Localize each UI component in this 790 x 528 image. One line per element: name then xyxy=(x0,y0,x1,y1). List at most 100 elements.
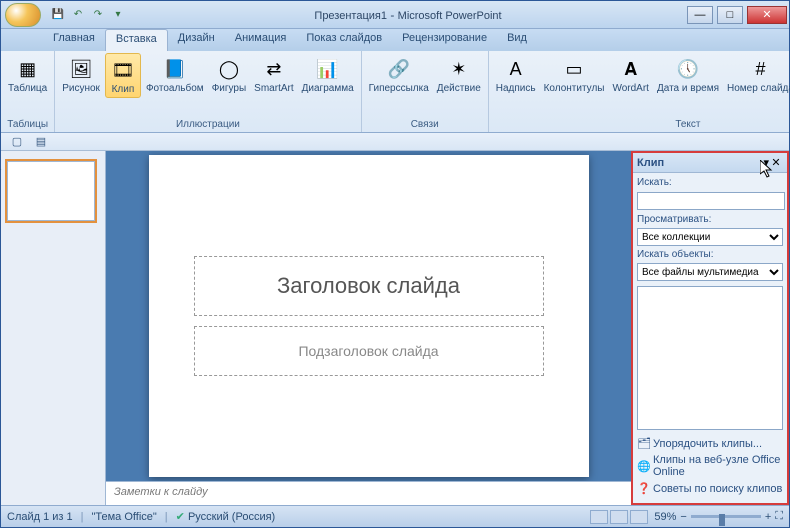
clip-button[interactable]: 🎞Клип xyxy=(105,53,141,98)
textbox-button[interactable]: AНадпись xyxy=(493,53,539,96)
action-button[interactable]: ✶Действие xyxy=(434,53,484,96)
textbox-label: Надпись xyxy=(496,83,536,94)
title-placeholder[interactable]: Заголовок слайда xyxy=(194,256,544,316)
save-icon[interactable]: 💾 xyxy=(49,6,67,24)
slide-thumbnail-1[interactable]: 1 xyxy=(7,161,95,221)
status-language[interactable]: ✔ Русский (Россия) xyxy=(176,510,276,523)
hyperlink-icon: 🔗 xyxy=(385,55,413,83)
results-area[interactable] xyxy=(637,286,783,430)
tp-link-0[interactable]: 🗂Упорядочить клипы... xyxy=(637,435,783,452)
table-icon: ▦ xyxy=(14,55,42,83)
headerfooter-icon: ▭ xyxy=(560,55,588,83)
action-icon: ✶ xyxy=(445,55,473,83)
chart-button[interactable]: 📊Диаграмма xyxy=(299,53,357,96)
notes-pane[interactable]: Заметки к слайду xyxy=(106,481,631,505)
datetime-icon: 🕔 xyxy=(674,55,702,83)
search-label: Искать: xyxy=(637,177,783,188)
link-icon: 🌐 xyxy=(637,460,649,473)
browse-select[interactable]: Все коллекции xyxy=(637,228,783,246)
album-icon: 📘 xyxy=(161,55,189,83)
zoom-value[interactable]: 59% xyxy=(654,511,676,523)
link-text: Советы по поиску клипов xyxy=(653,483,782,495)
subtitle-placeholder[interactable]: Подзаголовок слайда xyxy=(194,326,544,376)
task-pane-title: Клип xyxy=(637,157,763,169)
minimize-button[interactable]: — xyxy=(687,6,713,24)
slidenum-button[interactable]: #Номер слайда xyxy=(724,53,790,96)
tab-Анимация[interactable]: Анимация xyxy=(225,29,297,51)
view-slideshow-icon[interactable] xyxy=(630,510,648,524)
group-label: Связи xyxy=(366,118,484,132)
slide-thumbnail-pane: 1 xyxy=(1,151,106,505)
objects-label: Искать объекты: xyxy=(637,249,783,260)
slidenum-icon: # xyxy=(746,55,774,83)
slide[interactable]: Заголовок слайда Подзаголовок слайда xyxy=(149,155,589,477)
zoom-in-icon[interactable]: + xyxy=(765,511,771,523)
link-icon: ❓ xyxy=(637,482,649,495)
ribbon-tabs: ГлавнаяВставкаДизайнАнимацияПоказ слайдо… xyxy=(1,29,789,51)
window-title: Презентация1 - Microsoft PowerPoint xyxy=(131,8,685,22)
slides-tab-icon[interactable]: ▤ xyxy=(31,134,51,150)
table-button[interactable]: ▦Таблица xyxy=(5,53,50,96)
smartart-label: SmartArt xyxy=(254,83,293,94)
status-bar: Слайд 1 из 1 | "Тема Office" | ✔ Русский… xyxy=(1,505,789,527)
browse-label: Просматривать: xyxy=(637,214,783,225)
view-sorter-icon[interactable] xyxy=(610,510,628,524)
smartart-icon: ⇄ xyxy=(260,55,288,83)
outline-tab-icon[interactable]: ▢ xyxy=(7,134,27,150)
textbox-icon: A xyxy=(502,55,530,83)
shapes-label: Фигуры xyxy=(212,83,246,94)
office-button[interactable] xyxy=(5,3,41,27)
ribbon-group-Таблицы: ▦Таблица Таблицы xyxy=(1,51,55,132)
headerfooter-label: Колонтитулы xyxy=(544,83,605,94)
chart-icon: 📊 xyxy=(314,55,342,83)
redo-icon[interactable]: ↷ xyxy=(89,6,107,24)
group-label: Таблицы xyxy=(5,118,50,132)
picture-label: Рисунок xyxy=(62,83,100,94)
wordart-label: WordArt xyxy=(612,83,649,94)
search-input[interactable] xyxy=(637,192,785,210)
tab-Показ слайдов[interactable]: Показ слайдов xyxy=(296,29,392,51)
tp-link-2[interactable]: ❓ Советы по поиску клипов xyxy=(637,480,783,497)
link-text: Клипы на веб-узле Office Online xyxy=(653,454,783,478)
headerfooter-button[interactable]: ▭Колонтитулы xyxy=(541,53,608,96)
chart-label: Диаграмма xyxy=(302,83,354,94)
group-label: Иллюстрации xyxy=(59,118,356,132)
ribbon-group-Связи: 🔗Гиперссылка✶Действие Связи xyxy=(362,51,489,132)
datetime-button[interactable]: 🕔Дата и время xyxy=(654,53,722,96)
picture-icon: 🖼 xyxy=(67,55,95,83)
zoom-out-icon[interactable]: − xyxy=(680,511,686,523)
title-bar: 💾 ↶ ↷ ▾ Презентация1 - Microsoft PowerPo… xyxy=(1,1,789,29)
picture-button[interactable]: 🖼Рисунок xyxy=(59,53,103,96)
status-theme: "Тема Office" xyxy=(92,511,157,523)
table-label: Таблица xyxy=(8,83,47,94)
smartart-button[interactable]: ⇄SmartArt xyxy=(251,53,296,96)
shapes-button[interactable]: ◯Фигуры xyxy=(209,53,249,96)
group-label: Текст xyxy=(493,118,790,132)
tp-link-1[interactable]: 🌐 Клипы на веб-узле Office Online xyxy=(637,452,783,480)
close-button[interactable]: ✕ xyxy=(747,6,787,24)
qat-more-icon[interactable]: ▾ xyxy=(109,6,127,24)
view-normal-icon[interactable] xyxy=(590,510,608,524)
zoom-fit-icon[interactable]: ⛶ xyxy=(775,510,783,523)
undo-icon[interactable]: ↶ xyxy=(69,6,87,24)
quick-access-toolbar: 💾 ↶ ↷ ▾ xyxy=(45,6,131,24)
ribbon-group-Текст: AНадпись▭Колонтитулы𝐀WordArt🕔Дата и врем… xyxy=(489,51,790,132)
task-pane-close-icon[interactable]: ✕ xyxy=(769,156,783,169)
zoom-slider[interactable] xyxy=(691,515,761,518)
tab-Рецензирование[interactable]: Рецензирование xyxy=(392,29,497,51)
tab-Главная[interactable]: Главная xyxy=(43,29,105,51)
slide-canvas[interactable]: Заголовок слайда Подзаголовок слайда xyxy=(106,151,631,481)
album-button[interactable]: 📘Фотоальбом xyxy=(143,53,207,96)
maximize-button[interactable]: □ xyxy=(717,6,743,24)
link-icon: 🗂 xyxy=(637,437,649,450)
tab-Вставка[interactable]: Вставка xyxy=(105,29,168,51)
wordart-button[interactable]: 𝐀WordArt xyxy=(609,53,652,96)
sub-toolbar: ▢ ▤ xyxy=(1,133,789,151)
thumbnail-number: 1 xyxy=(0,162,2,173)
tab-Дизайн[interactable]: Дизайн xyxy=(168,29,225,51)
hyperlink-button[interactable]: 🔗Гиперссылка xyxy=(366,53,432,96)
tab-Вид[interactable]: Вид xyxy=(497,29,537,51)
objects-select[interactable]: Все файлы мультимедиа xyxy=(637,263,783,281)
datetime-label: Дата и время xyxy=(657,83,719,94)
ribbon-group-Иллюстрации: 🖼Рисунок🎞Клип📘Фотоальбом◯Фигуры⇄SmartArt… xyxy=(55,51,361,132)
